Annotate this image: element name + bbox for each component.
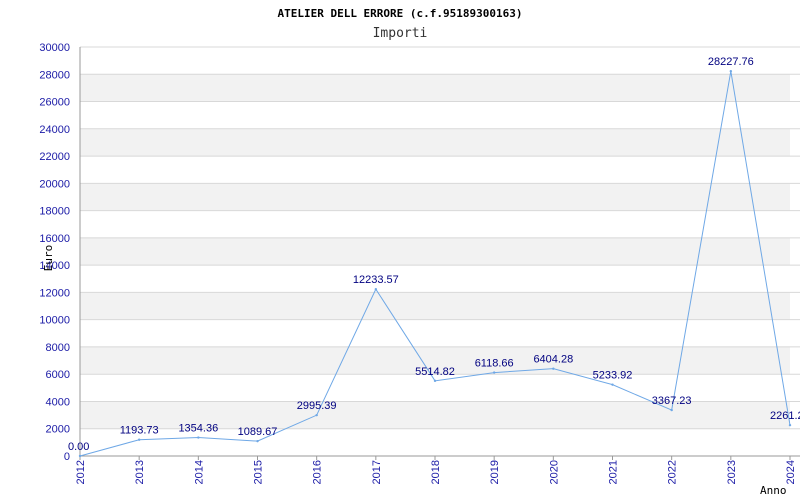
y-tick-label: 28000 [39, 69, 70, 81]
data-label: 2995.39 [297, 400, 337, 412]
x-tick-label: 2020 [548, 460, 560, 484]
data-point [315, 413, 318, 417]
x-tick-label: 2015 [253, 460, 265, 484]
data-point [788, 423, 792, 427]
grid-band [80, 128, 790, 157]
x-tick-label: 2016 [312, 460, 324, 484]
y-tick-label: 16000 [39, 233, 70, 245]
x-tick-label: 2021 [608, 460, 620, 484]
data-label: 6118.66 [475, 358, 514, 370]
data-point [78, 454, 82, 458]
data-point [611, 383, 614, 386]
data-label: 1354.36 [178, 423, 218, 435]
data-point [729, 69, 733, 73]
y-tick-label: 6000 [46, 369, 70, 381]
data-label: 5233.92 [593, 370, 633, 382]
x-tick-labels: 2012 2013 2014 2015 2016 2017 2018 2019 2020 2021… [75, 460, 797, 484]
x-tick-label: 2024 [785, 460, 797, 484]
data-label: 12233.57 [353, 274, 399, 286]
y-tick-label: 4000 [46, 396, 70, 408]
grid-band [80, 237, 790, 266]
data-point [137, 438, 141, 441]
data-label: 3367.23 [652, 395, 692, 407]
x-axis-label: Anno [760, 484, 787, 497]
x-tick-label: 2012 [75, 460, 87, 484]
data-label: 28227.76 [708, 56, 754, 68]
data-label: 2261.2 [770, 410, 800, 422]
data-label: 1089.67 [238, 426, 278, 438]
y-tick-label: 18000 [39, 206, 70, 218]
data-point [492, 371, 496, 374]
x-tick-label: 2014 [193, 460, 205, 484]
data-label: 6404.28 [533, 354, 573, 366]
data-point [374, 288, 378, 291]
x-tick-label: 2017 [371, 460, 383, 484]
data-point [552, 367, 555, 370]
x-tick-label: 2018 [430, 460, 442, 484]
grid-band [80, 292, 790, 320]
y-tick-label: 2000 [46, 424, 70, 436]
chart: 0200040006000800010000120001400016000180… [39, 7, 800, 497]
chart-title: ATELIER DELL ERRORE (c.f.95189300163) [277, 7, 522, 20]
data-point [197, 436, 200, 439]
data-point [256, 439, 259, 443]
x-tick-label: 2013 [134, 460, 146, 484]
x-tick-label: 2022 [667, 460, 679, 484]
x-tick-label: 2023 [726, 460, 738, 484]
data-label: 0.00 [68, 441, 89, 453]
grid-band [80, 183, 790, 211]
y-tick-label: 24000 [39, 124, 70, 136]
y-tick-label: 22000 [39, 151, 70, 163]
y-axis-label: Euro [42, 245, 55, 272]
y-tick-label: 8000 [46, 342, 70, 354]
y-tick-label: 26000 [39, 97, 70, 109]
y-tick-label: 20000 [39, 178, 70, 190]
chart-subtitle: Importi [373, 26, 428, 41]
y-tick-label: 12000 [39, 287, 70, 299]
y-tick-label: 10000 [39, 315, 70, 327]
data-point [670, 408, 673, 412]
data-label: 1193.73 [120, 425, 159, 437]
y-tick-label: 30000 [39, 42, 70, 54]
grid-band [80, 74, 790, 102]
x-tick-label: 2019 [489, 460, 501, 484]
data-point [433, 379, 437, 383]
data-label: 5514.82 [415, 366, 455, 378]
